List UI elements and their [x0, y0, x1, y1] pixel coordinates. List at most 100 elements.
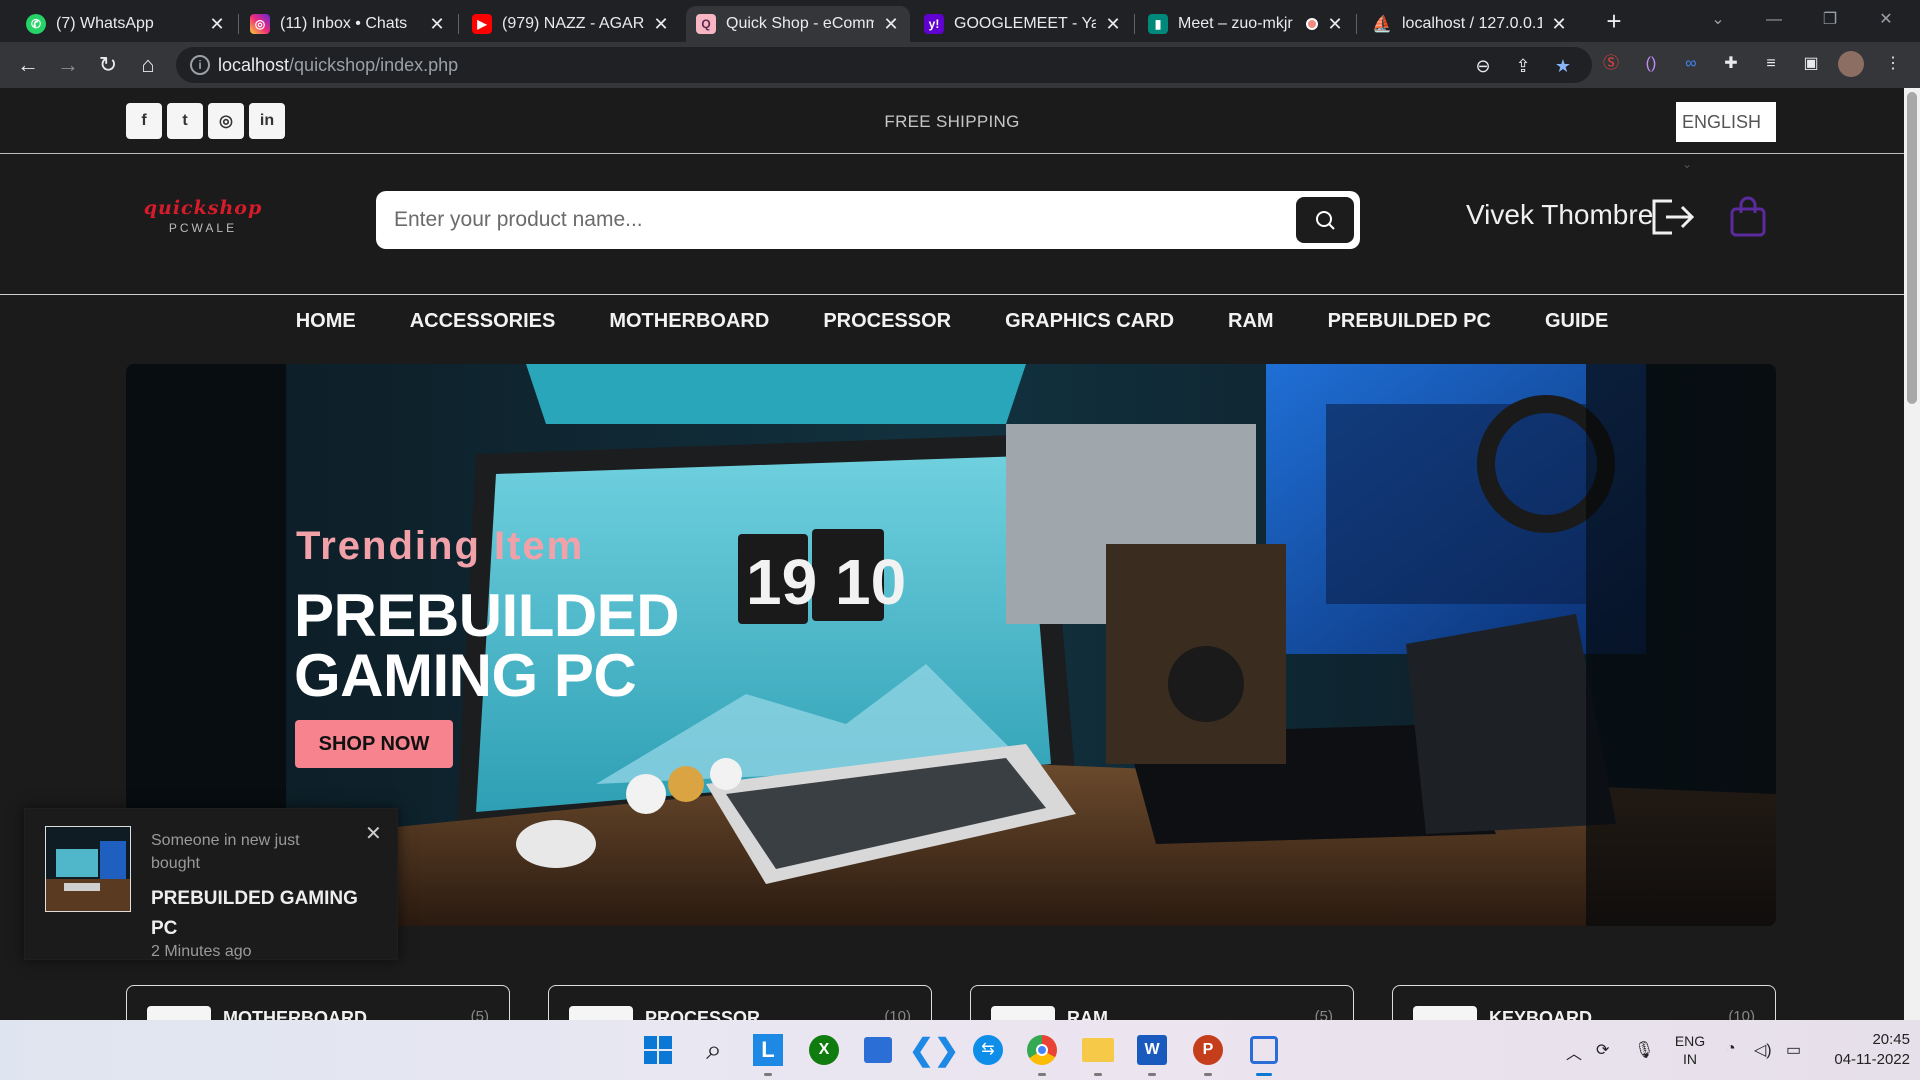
powerpoint-icon[interactable]: P: [1188, 1030, 1228, 1070]
system-clock[interactable]: 20:45 04-11-2022: [1818, 1030, 1910, 1070]
tab-phpmyadmin[interactable]: ⛵ localhost / 127.0.0.1 / ✕: [1362, 6, 1578, 42]
snip-logo-icon: [1250, 1036, 1278, 1064]
nav-motherboard[interactable]: MOTHERBOARD: [609, 310, 769, 333]
close-icon[interactable]: ✕: [428, 14, 446, 35]
page-scrollbar[interactable]: [1904, 88, 1920, 1020]
extension-infinity-icon[interactable]: ∞: [1678, 51, 1704, 77]
search-button[interactable]: [1296, 197, 1354, 243]
sync-icon[interactable]: ⟳: [1596, 1040, 1609, 1060]
category-count: (5): [470, 1008, 489, 1020]
category-icon: [147, 1006, 211, 1020]
tab-youtube[interactable]: ▶ (979) NAZZ - AGAR M ✕: [462, 6, 680, 42]
windows-start-icon[interactable]: [638, 1030, 678, 1070]
category-card-ram[interactable]: RAM (5): [970, 985, 1354, 1020]
logout-icon[interactable]: [1650, 197, 1696, 237]
shop-now-button[interactable]: SHOP NOW: [295, 720, 453, 768]
search-input[interactable]: [394, 203, 1274, 237]
wifi-icon[interactable]: ◔: [1726, 1040, 1736, 1058]
battery-icon[interactable]: ▭: [1786, 1040, 1801, 1060]
window-close-button[interactable]: ✕: [1858, 0, 1914, 40]
teamviewer-icon[interactable]: ⇆: [968, 1030, 1008, 1070]
category-icon: [991, 1006, 1055, 1020]
file-explorer-icon[interactable]: [1078, 1030, 1118, 1070]
site-logo[interactable]: quickshop PCWALE: [128, 197, 278, 235]
running-indicator: [764, 1073, 772, 1076]
microsoft-store-icon[interactable]: [858, 1030, 898, 1070]
reading-list-icon[interactable]: ≡: [1758, 51, 1784, 77]
category-card-motherboard[interactable]: MOTHERBOARD (5): [126, 985, 510, 1020]
language-select[interactable]: ENGLISH ⌄: [1676, 102, 1776, 171]
home-icon[interactable]: ⌂: [134, 51, 162, 79]
tab-google-meet[interactable]: ▮ Meet – zuo-mkjr ✕: [1138, 6, 1354, 42]
tab-label: (979) NAZZ - AGAR M: [502, 15, 644, 32]
close-icon[interactable]: ✕: [1326, 14, 1344, 35]
profile-avatar-icon[interactable]: [1838, 51, 1864, 77]
chevron-up-icon[interactable]: ︿: [1566, 1040, 1582, 1064]
category-card-processor[interactable]: PROCESSOR (10): [548, 985, 932, 1020]
chrome-logo-icon: [1027, 1035, 1057, 1065]
tab-search-icon[interactable]: ⌄: [1690, 0, 1746, 40]
chrome-menu-icon[interactable]: ⋮: [1880, 51, 1906, 77]
tab-whatsapp[interactable]: ✆ (7) WhatsApp ✕: [16, 6, 236, 42]
restore-button[interactable]: ❐: [1802, 0, 1858, 40]
extension-c-icon[interactable]: (): [1638, 51, 1664, 77]
nav-guide[interactable]: GUIDE: [1545, 310, 1608, 333]
category-name: RAM: [1067, 1008, 1108, 1020]
close-icon[interactable]: ✕: [1104, 14, 1122, 35]
nav-processor[interactable]: PROCESSOR: [823, 310, 951, 333]
new-tab-button[interactable]: +: [1598, 6, 1630, 38]
word-icon[interactable]: W: [1132, 1030, 1172, 1070]
scrollbar-thumb[interactable]: [1907, 92, 1917, 404]
nav-accessories[interactable]: ACCESSORIES: [410, 310, 556, 333]
snipping-tool-icon[interactable]: [1244, 1030, 1284, 1070]
running-indicator: [1038, 1073, 1046, 1076]
volume-icon[interactable]: ◁): [1754, 1040, 1772, 1060]
browser-toolbar: ← → ↻ ⌂ i localhost/quickshop/index.php …: [0, 42, 1920, 88]
popup-time: 2 Minutes ago: [151, 943, 252, 960]
reload-icon[interactable]: ↻: [94, 51, 122, 79]
category-name: MOTHERBOARD: [223, 1008, 367, 1020]
close-icon[interactable]: ✕: [652, 14, 670, 35]
popup-product-name[interactable]: PREBUILDED GAMING PC: [151, 884, 371, 944]
tab-yahoo[interactable]: y! GOOGLEMEET - Yaho ✕: [914, 6, 1132, 42]
tab-label: (7) WhatsApp: [56, 15, 154, 32]
nav-prebuilded-pc[interactable]: PREBUILDED PC: [1328, 310, 1491, 333]
microphone-icon[interactable]: 🎙︎: [1634, 1040, 1654, 1060]
side-panel-icon[interactable]: ▣: [1798, 51, 1824, 77]
shopping-bag-icon[interactable]: [1728, 195, 1768, 239]
close-icon[interactable]: ✕: [1550, 14, 1568, 35]
bookmark-star-icon[interactable]: ★: [1550, 53, 1576, 79]
popup-message: Someone in new just bought: [151, 832, 300, 872]
extension-s-icon[interactable]: Ⓢ: [1598, 51, 1624, 77]
back-icon[interactable]: ←: [14, 51, 42, 79]
category-card-keyboard[interactable]: KEYBOARD (10): [1392, 985, 1776, 1020]
quickshop-icon: Q: [696, 14, 716, 34]
close-icon[interactable]: ✕: [208, 14, 226, 35]
category-icon: [569, 1006, 633, 1020]
vscode-icon[interactable]: ❮❯: [909, 1030, 959, 1070]
address-bar[interactable]: i localhost/quickshop/index.php ⊖ ⇪ ★: [176, 47, 1592, 83]
lenovo-vantage-icon[interactable]: L: [748, 1030, 788, 1070]
tab-instagram[interactable]: ◎ (11) Inbox • Chats ✕: [240, 6, 456, 42]
nav-home[interactable]: HOME: [296, 310, 356, 333]
category-icon: [1413, 1006, 1477, 1020]
user-name[interactable]: Vivek Thombre: [1466, 199, 1653, 231]
search-icon: [1316, 211, 1335, 230]
windows-taskbar: ⌕ L X ❮❯ ⇆ W P ︿ ⟳ 🎙︎ ENG IN ◔ ◁) ▭ 20:4…: [0, 1020, 1920, 1080]
share-icon[interactable]: ⇪: [1510, 53, 1536, 79]
top-strip: f t ◎ in FREE SHIPPING ENGLISH ⌄: [0, 88, 1904, 171]
tab-quickshop[interactable]: Q Quick Shop - eComm ✕: [686, 6, 910, 42]
language-indicator[interactable]: ENG IN: [1672, 1032, 1708, 1068]
chrome-icon[interactable]: [1022, 1030, 1062, 1070]
close-icon[interactable]: ✕: [365, 821, 382, 846]
zoom-icon[interactable]: ⊖: [1470, 53, 1496, 79]
site-info-icon[interactable]: i: [190, 55, 210, 75]
close-icon[interactable]: ✕: [882, 14, 900, 35]
nav-ram[interactable]: RAM: [1228, 310, 1274, 333]
forward-icon[interactable]: →: [54, 51, 82, 79]
search-icon[interactable]: ⌕: [694, 1030, 734, 1070]
extensions-puzzle-icon[interactable]: ✚: [1718, 51, 1744, 77]
nav-graphics-card[interactable]: GRAPHICS CARD: [1005, 310, 1174, 333]
minimize-button[interactable]: —: [1746, 0, 1802, 40]
xbox-icon[interactable]: X: [804, 1030, 844, 1070]
